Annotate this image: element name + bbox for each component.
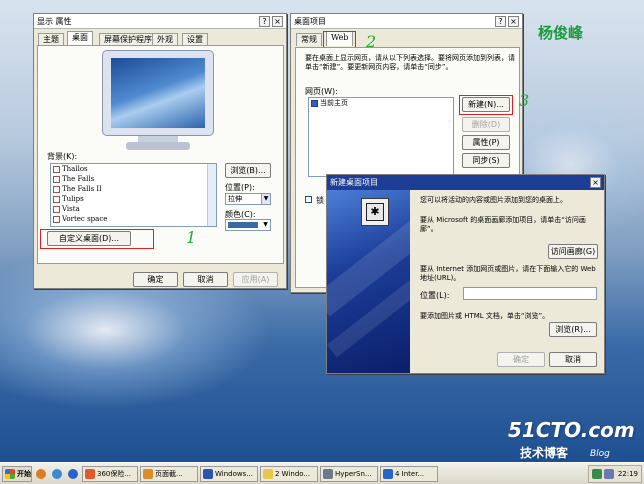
desktop-item-icon-inner: ✱ (366, 203, 384, 221)
display-properties-titlebar: 显示 属性 ? × (34, 14, 286, 29)
highlight-web-tab (323, 31, 356, 48)
quicklaunch-ie-icon[interactable] (66, 466, 80, 482)
location-input[interactable] (463, 287, 597, 300)
ok-button[interactable]: 确定 (133, 272, 178, 287)
monitor-preview (102, 50, 214, 153)
image-file-icon (53, 185, 60, 193)
position-select[interactable]: 拉伸 ▼ (225, 193, 271, 205)
list-item[interactable]: 当前主页 (309, 98, 453, 108)
clock[interactable]: 22:19 (618, 470, 638, 478)
desktop-item-icon: ✱ (361, 198, 389, 226)
chevron-down-icon[interactable]: ▼ (261, 220, 270, 230)
taskbar-item[interactable]: 4 Inter... (380, 465, 438, 482)
close-icon[interactable]: × (272, 15, 283, 27)
lock-label: 锁 (316, 196, 324, 205)
windows-flag-icon (5, 468, 15, 479)
color-swatch (228, 222, 258, 228)
position-value: 拉伸 (228, 195, 242, 203)
cancel-button[interactable]: 取消 (183, 272, 228, 287)
close-icon[interactable]: × (508, 15, 519, 27)
tab-desktop[interactable]: 桌面 (67, 31, 93, 46)
list-item[interactable]: Vortec space (51, 214, 216, 224)
color-picker[interactable]: ▼ (225, 219, 271, 231)
monitor-screen (111, 58, 205, 128)
folder-icon (263, 468, 273, 479)
list-item[interactable]: The Falls II (51, 184, 216, 194)
system-tray: 22:19 (587, 464, 642, 483)
web-description: 要在桌面上显示网页，请从以下列表选择。要将网页添加到列表，请单击“新建”。要更新… (305, 54, 515, 71)
window-title: 显示 属性 (37, 16, 72, 26)
close-icon[interactable]: × (590, 177, 601, 188)
ok-button[interactable]: 确定 (497, 352, 545, 367)
list-item[interactable]: Vista (51, 204, 216, 214)
new-item-titlebar: 新建桌面项目 × (327, 175, 604, 190)
camera-icon (323, 468, 333, 479)
taskbar-item[interactable]: HyperSn... (320, 465, 378, 482)
volume-icon[interactable] (603, 468, 614, 479)
taskbar-item[interactable]: 360保险... (82, 465, 138, 482)
monitor-base (126, 142, 190, 150)
annotation-1: 1 (186, 228, 197, 247)
taskbar: 开始 360保险... 页面截... Windows... 2 Windo...… (0, 462, 644, 484)
desktop-items-titlebar: 桌面项目 ? × (291, 14, 522, 29)
ie-icon (383, 468, 393, 479)
browse-button[interactable]: 浏览(B)... (225, 163, 271, 178)
help-icon[interactable]: ? (495, 15, 506, 27)
properties-button[interactable]: 属性(P) (462, 135, 510, 150)
internet-text: 要从 Internet 添加网页或图片，请在下面输入它的 Web 地址(URL)… (420, 265, 596, 282)
checkbox-icon[interactable] (311, 99, 318, 107)
webpages-list[interactable]: 当前主页 (308, 97, 454, 177)
delete-button[interactable]: 删除(D) (462, 117, 510, 132)
browser-icon (143, 468, 153, 479)
chevron-down-icon[interactable]: ▼ (261, 194, 270, 204)
window-title: 桌面项目 (294, 16, 326, 26)
image-file-icon (53, 195, 60, 203)
highlight-customize (40, 229, 154, 249)
list-item[interactable]: Thallos (51, 164, 216, 174)
highlight-new-button (459, 95, 513, 115)
webpages-label: 网页(W): (305, 87, 338, 96)
background-list[interactable]: Thallos The Falls The Falls II Tulips Vi… (50, 163, 217, 227)
name-watermark: 杨俊峰 (538, 24, 584, 42)
browse-button[interactable]: 浏览(R)... (549, 322, 597, 337)
tagline-watermark: 技术博客 (520, 446, 569, 460)
quicklaunch-media-icon[interactable] (50, 466, 64, 482)
image-file-icon (53, 205, 60, 213)
html-text: 要添加图片或 HTML 文档，单击“浏览”。 (420, 312, 550, 320)
taskbar-item[interactable]: 页面截... (140, 465, 198, 482)
cancel-button[interactable]: 取消 (549, 352, 597, 367)
new-item-intro: 您可以将活动的内容或图片添加到您的桌面上。 (420, 196, 567, 204)
window-title: 新建桌面项目 (330, 178, 378, 187)
start-button[interactable]: 开始 (2, 465, 32, 482)
list-item[interactable]: Tulips (51, 194, 216, 204)
list-item[interactable]: The Falls (51, 174, 216, 184)
gallery-text: 要从 Microsoft 的桌面画廊添加项目，请单击“访问画廊”。 (420, 216, 586, 233)
taskbar-item[interactable]: 2 Windo... (260, 465, 318, 482)
background-label: 背景(K): (47, 152, 78, 161)
apply-button[interactable]: 应用(A) (233, 272, 278, 287)
help-icon[interactable]: ? (259, 15, 270, 27)
list-scrollbar[interactable] (207, 164, 216, 226)
location-label: 位置(L): (420, 291, 450, 300)
site-watermark: 51CTO.com (508, 418, 635, 442)
annotation-3: 3 (519, 91, 530, 110)
position-label: 位置(P): (225, 183, 255, 192)
image-file-icon (53, 175, 60, 183)
blog-watermark: Blog (590, 449, 610, 459)
image-file-icon (53, 215, 60, 223)
image-file-icon (53, 165, 60, 173)
network-icon[interactable] (591, 468, 602, 479)
shield-icon (85, 468, 95, 479)
word-icon (203, 468, 213, 479)
taskbar-item[interactable]: Windows... (200, 465, 258, 482)
visit-gallery-button[interactable]: 访问画廊(G) (548, 244, 598, 259)
sync-button[interactable]: 同步(S) (462, 153, 510, 168)
quicklaunch-browser-icon[interactable] (34, 466, 48, 482)
lock-checkbox[interactable] (305, 196, 312, 203)
tab-general[interactable]: 常规 (296, 33, 322, 46)
